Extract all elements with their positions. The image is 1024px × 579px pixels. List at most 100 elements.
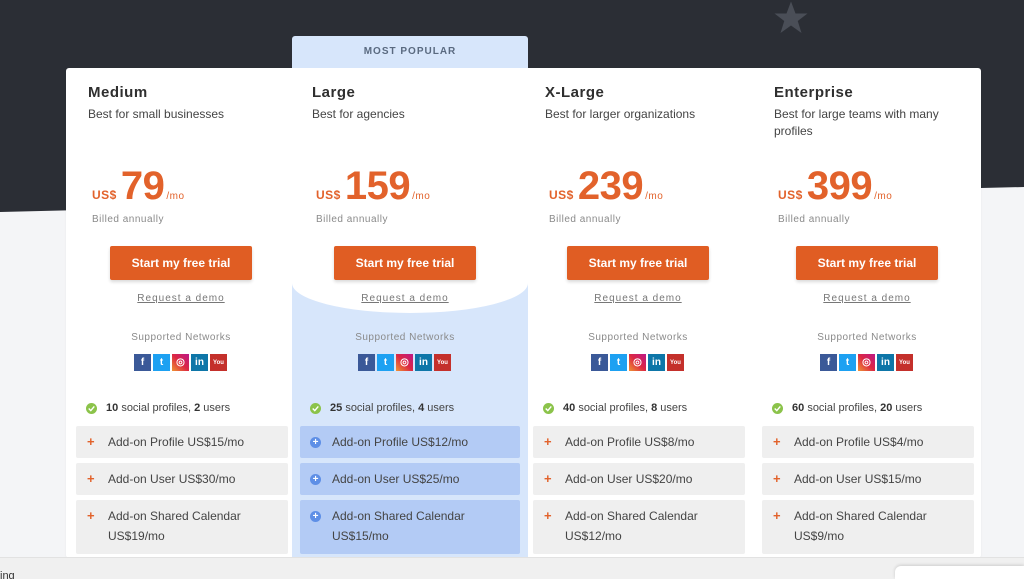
plus-icon: + (773, 471, 781, 486)
addon-shared-calendar[interactable]: + Add-on Shared Calendar US$12/mo (533, 500, 745, 554)
addon-profile[interactable]: + Add-on Profile US$8/mo (533, 426, 745, 458)
linkedin-icon: in (648, 354, 665, 371)
users-text: users (895, 402, 923, 414)
users-count: 4 (418, 402, 425, 414)
plan-description: Best for agencies (312, 107, 405, 121)
instagram-icon: ◎ (172, 354, 189, 371)
bottom-section-text: ing (0, 570, 15, 579)
plus-icon: + (87, 434, 95, 449)
network-icons: f t ◎ in You (820, 354, 913, 371)
plan-price: US$ 239 /mo (549, 164, 663, 208)
linkedin-icon: in (191, 354, 208, 371)
addon-shared-calendar[interactable]: + Add-on Shared Calendar US$9/mo (762, 500, 974, 554)
facebook-icon: f (591, 354, 608, 371)
plan-price: US$ 399 /mo (778, 164, 892, 208)
star-icon (774, 1, 808, 33)
addon-profile[interactable]: + Add-on Profile US$15/mo (76, 426, 288, 458)
included-profiles: 40 social profiles, 8 users (543, 402, 687, 414)
check-icon (86, 402, 97, 414)
addon-label: Add-on Shared Calendar US$9/mo (794, 509, 927, 543)
users-count: 8 (651, 402, 658, 414)
start-free-trial-button[interactable]: Start my free trial (567, 246, 709, 280)
included-profiles: 25 social profiles, 4 users (310, 402, 454, 414)
addon-label: Add-on Profile US$4/mo (794, 435, 924, 449)
addon-user[interactable]: + Add-on User US$15/mo (762, 463, 974, 495)
plan-card-x-large: X-Large Best for larger organizations US… (533, 68, 745, 558)
plus-icon: + (87, 471, 95, 486)
addon-shared-calendar[interactable]: + Add-on Shared Calendar US$15/mo (300, 500, 520, 554)
plan-description: Best for larger organizations (545, 107, 696, 121)
plan-card-medium: Medium Best for small businesses US$ 79 … (76, 68, 288, 558)
plan-name: X-Large (545, 84, 605, 101)
plan-card-large: MOST POPULAR Large Best for agencies US$… (292, 36, 528, 558)
plan-name: Enterprise (774, 84, 854, 101)
profiles-text: social profiles, (807, 402, 878, 414)
start-free-trial-button[interactable]: Start my free trial (334, 246, 476, 280)
users-text: users (660, 402, 688, 414)
request-demo-link[interactable]: Request a demo (774, 293, 960, 304)
addon-label: Add-on Profile US$12/mo (332, 435, 469, 449)
price-amount: 239 (577, 164, 644, 208)
addon-label: Add-on User US$30/mo (108, 472, 236, 486)
users-text: users (427, 402, 455, 414)
twitter-icon: t (153, 354, 170, 371)
plus-icon: + (310, 474, 321, 485)
addon-label: Add-on Shared Calendar US$12/mo (565, 509, 698, 543)
addon-profile[interactable]: + Add-on Profile US$4/mo (762, 426, 974, 458)
profiles-count: 10 (106, 402, 119, 414)
plan-description: Best for large teams with many profiles (774, 107, 939, 138)
price-currency: US$ (92, 188, 117, 202)
youtube-icon: You (667, 354, 684, 371)
addon-shared-calendar[interactable]: + Add-on Shared Calendar US$19/mo (76, 500, 288, 554)
addon-profile[interactable]: + Add-on Profile US$12/mo (300, 426, 520, 458)
plan-name: Large (312, 84, 356, 101)
start-free-trial-button[interactable]: Start my free trial (110, 246, 252, 280)
instagram-icon: ◎ (858, 354, 875, 371)
price-period: /mo (645, 191, 664, 202)
twitter-icon: t (610, 354, 627, 371)
network-icons: f t ◎ in You (591, 354, 684, 371)
plan-card-enterprise: Enterprise Best for large teams with man… (762, 68, 974, 558)
chat-widget-tab[interactable] (895, 566, 1024, 579)
facebook-icon: f (134, 354, 151, 371)
price-currency: US$ (549, 188, 574, 202)
addon-user[interactable]: + Add-on User US$30/mo (76, 463, 288, 495)
request-demo-link[interactable]: Request a demo (545, 293, 731, 304)
users-count: 20 (880, 402, 893, 414)
youtube-icon: You (434, 354, 451, 371)
network-icons: f t ◎ in You (358, 354, 451, 371)
profiles-text: social profiles, (578, 402, 649, 414)
check-icon (772, 402, 783, 414)
twitter-icon: t (839, 354, 856, 371)
linkedin-icon: in (877, 354, 894, 371)
plus-icon: + (310, 437, 321, 448)
billing-note: Billed annually (778, 214, 850, 225)
included-profiles: 10 social profiles, 2 users (86, 402, 230, 414)
network-icons: f t ◎ in You (134, 354, 227, 371)
youtube-icon: You (896, 354, 913, 371)
plus-icon: + (310, 511, 321, 522)
billing-note: Billed annually (549, 214, 621, 225)
addon-label: Add-on Shared Calendar US$15/mo (332, 509, 465, 543)
instagram-icon: ◎ (396, 354, 413, 371)
request-demo-link[interactable]: Request a demo (312, 293, 498, 304)
twitter-icon: t (377, 354, 394, 371)
profiles-text: social profiles, (121, 402, 192, 414)
profiles-text: social profiles, (345, 402, 416, 414)
addon-user[interactable]: + Add-on User US$25/mo (300, 463, 520, 495)
instagram-icon: ◎ (629, 354, 646, 371)
plan-description: Best for small businesses (88, 107, 225, 121)
price-amount: 159 (344, 164, 411, 208)
start-free-trial-button[interactable]: Start my free trial (796, 246, 938, 280)
request-demo-link[interactable]: Request a demo (88, 293, 274, 304)
most-popular-badge: MOST POPULAR (363, 46, 457, 57)
plan-name: Medium (88, 84, 148, 101)
addon-label: Add-on Shared Calendar US$19/mo (108, 509, 241, 543)
linkedin-icon: in (415, 354, 432, 371)
addon-user[interactable]: + Add-on User US$20/mo (533, 463, 745, 495)
addon-label: Add-on User US$20/mo (565, 472, 693, 486)
supported-networks-label: Supported Networks (588, 332, 688, 343)
addon-label: Add-on Profile US$8/mo (565, 435, 695, 449)
facebook-icon: f (820, 354, 837, 371)
supported-networks-label: Supported Networks (817, 332, 917, 343)
